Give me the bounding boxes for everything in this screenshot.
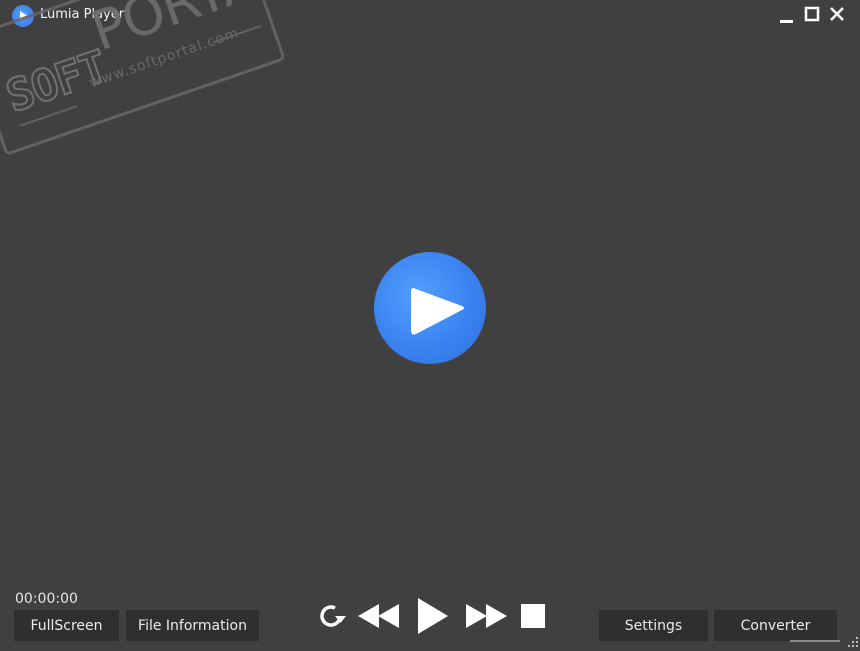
stop-icon	[521, 604, 545, 628]
softportal-watermark: SOFT PORTAL TM www.softportal.com	[0, 0, 292, 156]
play-button[interactable]	[417, 597, 449, 635]
fullscreen-button[interactable]: FullScreen	[14, 610, 119, 641]
fast-forward-icon	[466, 603, 508, 629]
fast-forward-button[interactable]	[466, 603, 508, 629]
minimize-button[interactable]	[776, 4, 798, 26]
repeat-icon	[318, 603, 348, 629]
fullscreen-label: FullScreen	[30, 617, 103, 634]
stop-button[interactable]	[521, 604, 545, 628]
file-information-button[interactable]: File Information	[126, 610, 259, 641]
close-icon	[826, 4, 848, 26]
resize-grip-icon[interactable]	[848, 632, 858, 647]
converter-button[interactable]: Converter	[714, 610, 837, 641]
center-play-button[interactable]	[374, 252, 486, 364]
minimize-icon	[776, 4, 798, 26]
rewind-icon	[358, 603, 400, 629]
seek-bar[interactable]	[790, 640, 840, 642]
file-information-label: File Information	[138, 617, 247, 634]
settings-button[interactable]: Settings	[599, 610, 708, 641]
converter-label: Converter	[740, 617, 811, 634]
maximize-icon	[801, 4, 823, 26]
repeat-button[interactable]	[318, 603, 348, 629]
rewind-button[interactable]	[358, 603, 400, 629]
play-icon	[417, 597, 449, 635]
playback-time: 00:00:00	[15, 591, 78, 607]
close-button[interactable]	[826, 4, 848, 26]
settings-label: Settings	[624, 617, 683, 634]
maximize-button[interactable]	[801, 4, 823, 26]
